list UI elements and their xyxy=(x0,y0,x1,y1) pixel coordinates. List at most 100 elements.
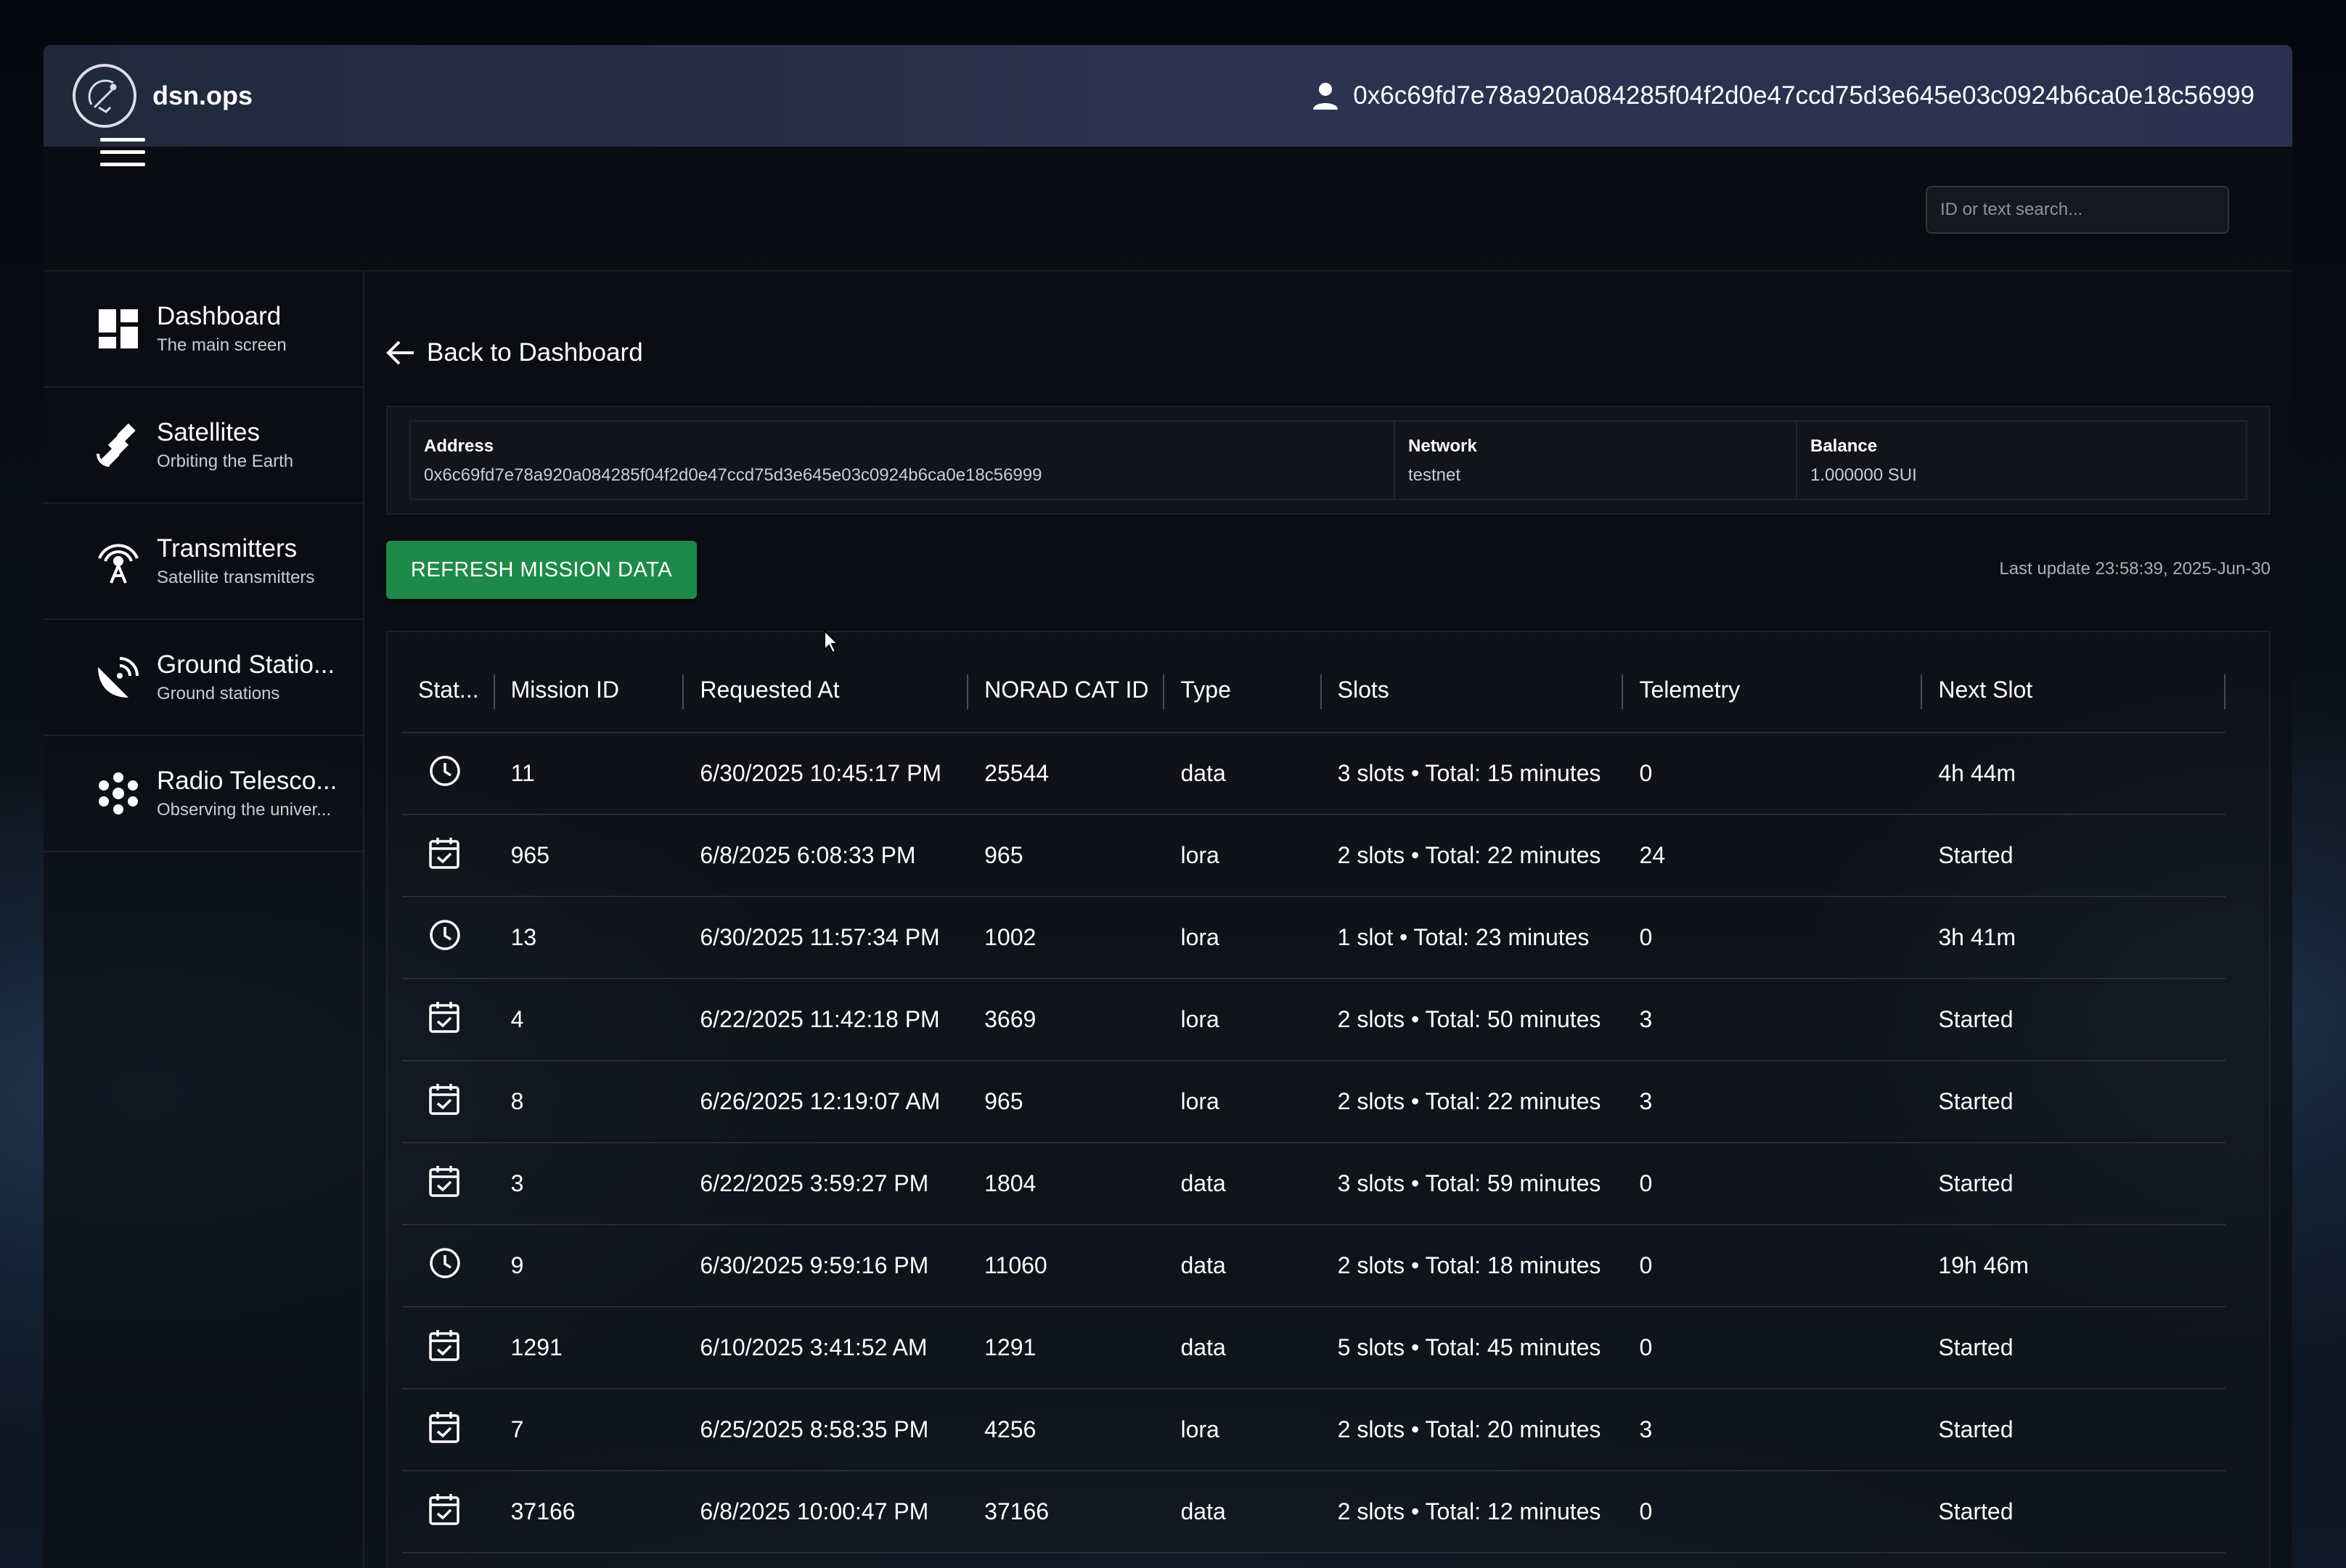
user-icon xyxy=(1313,83,1338,110)
norad-cat-id-cell: 25544 xyxy=(968,732,1165,814)
norad-cat-id-cell: 1002 xyxy=(968,896,1165,979)
satellite-dish-logo-icon xyxy=(73,64,136,128)
norad-cat-id-cell: 1291 xyxy=(968,1306,1165,1389)
sidebar-item-subtitle: Satellite transmitters xyxy=(157,568,315,587)
type-cell: data xyxy=(1164,732,1322,814)
mission-id-cell: 9 xyxy=(494,1224,684,1307)
status-cell xyxy=(402,1306,495,1389)
status-cell xyxy=(402,1552,495,1568)
sidebar-item-subtitle: Ground stations xyxy=(157,684,280,703)
table-row[interactable]: 10026/8/2025 5:08:45 PM1002data1 slot • … xyxy=(402,1552,2226,1568)
balance-value: 1.000000 SUI xyxy=(1810,465,1917,485)
table-row[interactable]: 7 6/25/2025 8:58:35 PM 4256 lora 2 slots • T… xyxy=(402,1388,2226,1471)
status-cell xyxy=(402,814,495,897)
mouse-cursor-icon xyxy=(823,629,840,658)
column-header-slots[interactable]: Slots xyxy=(1322,648,1624,732)
slots-cell: 2 slots • Total: 18 minutes xyxy=(1321,1224,1624,1307)
requested-at-cell: 6/8/2025 6:08:33 PM xyxy=(684,814,969,897)
table-row[interactable]: 965 6/8/2025 6:08:33 PM 965 lora 2 slots • T… xyxy=(402,814,2226,897)
app-window: dsn.ops 0x6c69fd7e78a920a084285f04f2d0e4… xyxy=(44,45,2292,1568)
table-row[interactable]: 1291 6/10/2025 3:41:52 AM 1291 data 5 slots … xyxy=(402,1306,2226,1389)
type-cell: lora xyxy=(1164,1388,1322,1471)
type-cell: data xyxy=(1164,1142,1322,1225)
next-slot-cell: 4h 44m xyxy=(1922,732,2226,814)
norad-cat-id-cell: 965 xyxy=(968,814,1165,897)
table-row[interactable]: 8 6/26/2025 12:19:07 AM 965 lora 2 slots • T… xyxy=(402,1060,2226,1143)
sidebar-item-title: Dashboard xyxy=(157,302,282,330)
column-header-mission-id[interactable]: Mission ID xyxy=(495,648,684,732)
type-cell: data xyxy=(1164,1306,1322,1389)
calendar-check-icon xyxy=(428,1083,460,1121)
address-label: Address xyxy=(424,436,494,456)
column-header-next-slot[interactable]: Next Slot xyxy=(1922,648,2226,732)
table-row[interactable]: 4 6/22/2025 11:42:18 PM 3669 lora 2 slots • … xyxy=(402,978,2226,1061)
next-slot-cell: 3h 41m xyxy=(1922,896,2226,979)
network-value: testnet xyxy=(1408,465,1461,485)
telemetry-cell: 0 xyxy=(1623,732,1923,814)
column-header-telemetry[interactable]: Telemetry xyxy=(1623,648,1923,732)
slots-cell: 3 slots • Total: 59 minutes xyxy=(1321,1142,1624,1225)
sidebar: Dashboard The main screen Satellites Orb… xyxy=(44,271,364,1568)
table-row[interactable]: 9 6/30/2025 9:59:16 PM 11060 data 2 slots • … xyxy=(402,1224,2226,1307)
refresh-mission-data-button[interactable]: REFRESH MISSION DATA xyxy=(386,541,697,599)
column-header-norad-cat-id[interactable]: NORAD CAT ID xyxy=(968,648,1165,732)
requested-at-cell: 6/30/2025 9:59:16 PM xyxy=(684,1224,969,1307)
requested-at-cell: 6/8/2025 10:00:47 PM xyxy=(684,1470,969,1553)
table-row[interactable]: 3 6/22/2025 3:59:27 PM 1804 data 3 slots • T… xyxy=(402,1142,2226,1225)
sidebar-item-ground-stations[interactable]: Ground Statio... Ground stations xyxy=(44,620,363,736)
type-cell: lora xyxy=(1164,896,1322,979)
user-account[interactable]: 0x6c69fd7e78a920a084285f04f2d0e47ccd75d3… xyxy=(1312,81,2255,110)
mission-id-cell: 37166 xyxy=(494,1470,684,1553)
top-bar: dsn.ops 0x6c69fd7e78a920a084285f04f2d0e4… xyxy=(44,45,2292,147)
telemetry-cell: 0 xyxy=(1623,1470,1923,1553)
brand[interactable]: dsn.ops xyxy=(73,64,253,128)
status-cell xyxy=(402,1470,495,1553)
next-slot-cell: 19h 46m xyxy=(1922,1224,2226,1307)
slots-cell: 2 slots • Total: 50 minutes xyxy=(1321,978,1624,1061)
dish-icon xyxy=(93,652,144,703)
column-header-type[interactable]: Type xyxy=(1164,648,1322,732)
sidebar-item-subtitle: The main screen xyxy=(157,335,287,355)
back-to-dashboard-link[interactable]: Back to Dashboard xyxy=(386,338,643,367)
table-row[interactable]: 11 6/30/2025 10:45:17 PM 25544 data 3 slots … xyxy=(402,732,2226,814)
calendar-check-icon xyxy=(428,1493,460,1531)
mission-id-cell: 1002 xyxy=(494,1552,684,1568)
next-slot-cell: Started xyxy=(1922,978,2226,1061)
balance-label: Balance xyxy=(1810,436,1878,456)
next-slot-cell: Started xyxy=(1922,1060,2226,1143)
sidebar-item-dashboard[interactable]: Dashboard The main screen xyxy=(44,271,363,388)
dashboard-icon xyxy=(93,303,144,354)
search-input[interactable] xyxy=(1926,186,2229,234)
brand-name: dsn.ops xyxy=(152,81,253,110)
arrow-left-icon xyxy=(386,340,414,365)
next-slot-cell: Started xyxy=(1922,814,2226,897)
table-row[interactable]: 37166 6/8/2025 10:00:47 PM 37166 data 2 slot… xyxy=(402,1470,2226,1553)
address-cell: Address 0x6c69fd7e78a920a084285f04f2d0e4… xyxy=(411,422,1395,499)
menu-icon[interactable] xyxy=(100,138,145,167)
mission-id-cell: 3 xyxy=(494,1142,684,1225)
slots-cell: 1 slot • Total: 30 minutes xyxy=(1321,1552,1624,1568)
sidebar-item-transmitters[interactable]: Transmitters Satellite transmitters xyxy=(44,504,363,620)
telemetry-cell: 3 xyxy=(1623,1388,1923,1471)
calendar-check-icon xyxy=(428,1165,460,1203)
status-cell xyxy=(402,1224,495,1307)
mission-id-cell: 8 xyxy=(494,1060,684,1143)
status-cell xyxy=(402,1060,495,1143)
telemetry-cell: 0 xyxy=(1623,1142,1923,1225)
sidebar-item-title: Satellites xyxy=(157,418,261,446)
column-header-requested-at[interactable]: Requested At xyxy=(684,648,968,732)
table-row[interactable]: 13 6/30/2025 11:57:34 PM 1002 lora 1 slot • … xyxy=(402,896,2226,979)
column-header-status[interactable]: Stat... xyxy=(402,648,495,732)
sidebar-item-satellites[interactable]: Satellites Orbiting the Earth xyxy=(44,388,363,504)
norad-cat-id-cell: 37166 xyxy=(968,1470,1165,1553)
type-cell: lora xyxy=(1164,1060,1322,1143)
network-cell: Network testnet xyxy=(1395,422,1797,499)
requested-at-cell: 6/30/2025 10:45:17 PM xyxy=(684,732,969,814)
next-slot-cell: Started xyxy=(1922,1552,2226,1568)
slots-cell: 2 slots • Total: 22 minutes xyxy=(1321,1060,1624,1143)
wallet-info-panel: Address 0x6c69fd7e78a920a084285f04f2d0e4… xyxy=(386,406,2271,515)
sidebar-item-title: Ground Statio... xyxy=(157,650,335,679)
type-cell: data xyxy=(1164,1552,1322,1568)
sidebar-item-radio-telescopes[interactable]: Radio Telesco... Observing the univer... xyxy=(44,736,363,852)
next-slot-cell: Started xyxy=(1922,1306,2226,1389)
